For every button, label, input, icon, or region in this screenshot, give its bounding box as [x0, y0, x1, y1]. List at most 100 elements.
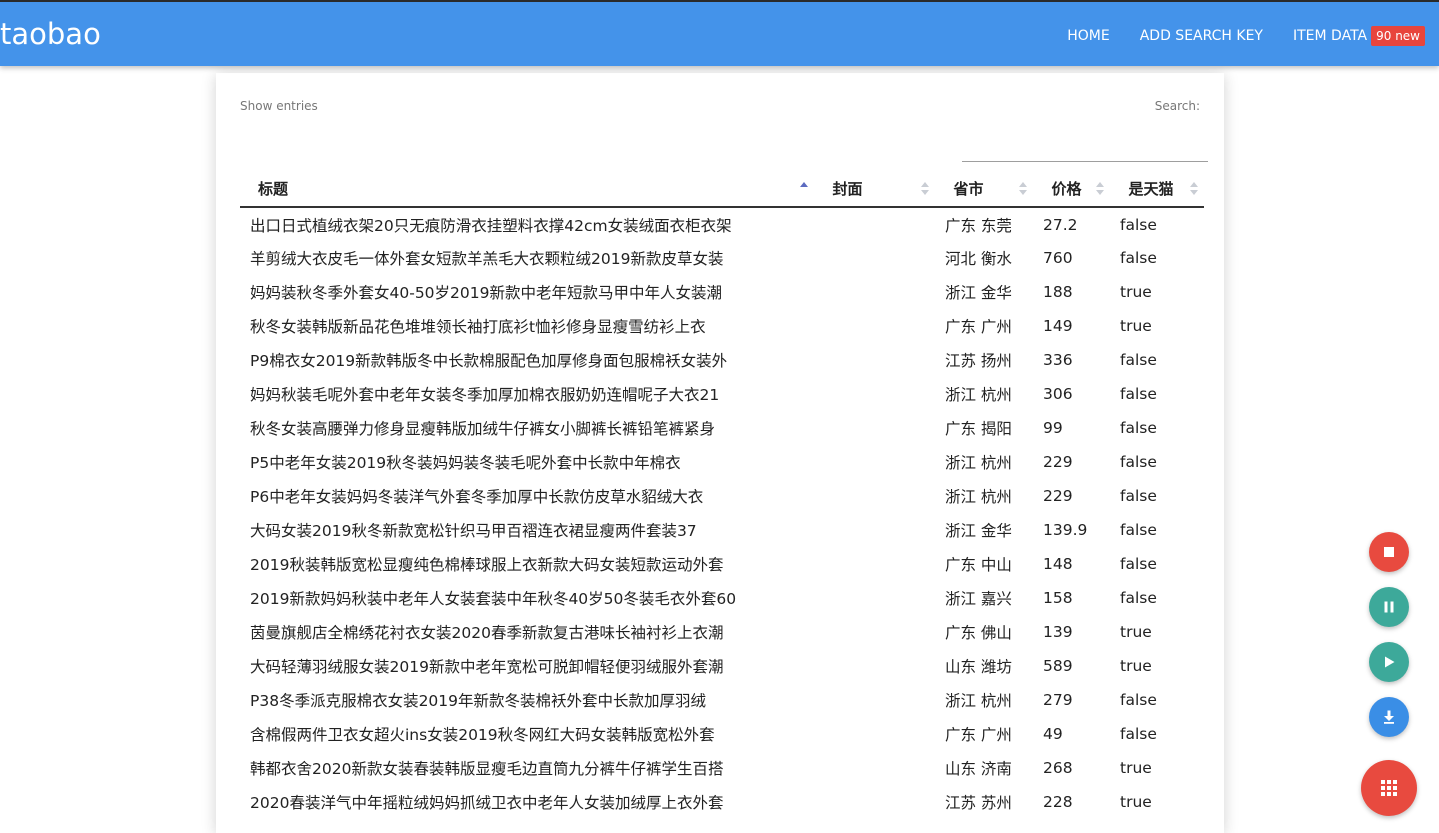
top-navbar: taobao HOME ADD SEARCH KEY ITEM DATA 90 n… — [0, 0, 1439, 66]
cell-tmall: false — [1120, 555, 1157, 573]
cell-price: 589 — [1043, 657, 1073, 675]
column-header-price[interactable]: 价格 — [1032, 171, 1110, 208]
cell-price: 188 — [1043, 283, 1073, 301]
cell-tmall: false — [1120, 419, 1157, 437]
cell-location: 浙江 嘉兴 — [945, 590, 1012, 608]
cell-cover — [814, 547, 935, 581]
pause-icon — [1384, 601, 1394, 613]
cell-location: 广东 广州 — [945, 318, 1012, 336]
cell-tmall: false — [1120, 691, 1157, 709]
cell-title: 含棉假两件卫衣女超火ins女装2019秋冬网红大码女装韩版宽松外套 — [250, 726, 715, 744]
stop-button[interactable] — [1369, 532, 1409, 572]
table-row[interactable]: 羊剪绒大衣皮毛一体外套女短款羊羔毛大衣颗粒绒2019新款皮草女装 河北 衡水 760… — [240, 241, 1204, 275]
table-row[interactable]: 韩都衣舍2020新款女装春装韩版显瘦毛边直筒九分裤牛仔裤学生百搭 山东 济南 268… — [240, 751, 1204, 785]
cell-location: 浙江 杭州 — [945, 454, 1012, 472]
table-row[interactable]: 出口日式植绒衣架20只无痕防滑衣挂塑料衣撑42cm女装绒面衣柜衣架 广东 东莞 27… — [240, 207, 1204, 241]
table-row[interactable]: 大码女装2019秋冬新款宽松针织马甲百褶连衣裙显瘦两件套装37 浙江 金华 139.… — [240, 513, 1204, 547]
pause-button[interactable] — [1369, 587, 1409, 627]
cell-location: 浙江 杭州 — [945, 386, 1012, 404]
table-row[interactable]: 妈妈装秋冬季外套女40-50岁2019新款中老年短款马甲中年人女装潮 浙江 金华 1… — [240, 275, 1204, 309]
cell-cover — [814, 377, 935, 411]
table-row[interactable]: P38冬季派克服棉衣女装2019年新款冬装棉袄外套中长款加厚羽绒 浙江 杭州 279… — [240, 683, 1204, 717]
cell-tmall: true — [1120, 317, 1152, 335]
brand-logo[interactable]: taobao — [0, 16, 101, 52]
cell-location: 广东 东莞 — [945, 216, 1012, 235]
table-search-input[interactable] — [962, 145, 1208, 162]
play-button[interactable] — [1369, 642, 1409, 682]
table-row[interactable]: 含棉假两件卫衣女超火ins女装2019秋冬网红大码女装韩版宽松外套 广东 广州 49… — [240, 717, 1204, 751]
cell-price: 306 — [1043, 385, 1073, 403]
column-header-tmall[interactable]: 是天猫 — [1109, 171, 1204, 208]
table-row[interactable]: 秋冬女装韩版新品花色堆堆领长袖打底衫t恤衫修身显瘦雪纺衫上衣 广东 广州 149 tr… — [240, 309, 1204, 343]
cell-title: P38冬季派克服棉衣女装2019年新款冬装棉袄外套中长款加厚羽绒 — [250, 692, 707, 710]
cell-title: 茵曼旗舰店全棉绣花衬衣女装2020春季新款复古港味长袖衬衫上衣潮 — [250, 624, 724, 642]
cell-price: 148 — [1043, 555, 1073, 573]
cell-location: 广东 广州 — [945, 726, 1012, 744]
cell-tmall: false — [1120, 215, 1157, 234]
cell-title: 出口日式植绒衣架20只无痕防滑衣挂塑料衣撑42cm女装绒面衣柜衣架 — [250, 216, 732, 235]
cell-title: 大码女装2019秋冬新款宽松针织马甲百褶连衣裙显瘦两件套装37 — [250, 522, 697, 540]
cell-price: 49 — [1043, 725, 1063, 743]
nav-home-link[interactable]: HOME — [1067, 24, 1109, 48]
table-row[interactable]: 2019新款妈妈秋装中老年人女装套装中年秋冬40岁50冬装毛衣外套60 浙江 嘉兴… — [240, 581, 1204, 615]
cell-tmall: false — [1120, 351, 1157, 369]
cell-tmall: false — [1120, 385, 1157, 403]
table-row[interactable]: 大码轻薄羽绒服女装2019新款中老年宽松可脱卸帽轻便羽绒服外套潮 山东 潍坊 589… — [240, 649, 1204, 683]
cell-tmall: true — [1120, 759, 1152, 777]
cell-location: 广东 佛山 — [945, 624, 1012, 642]
cell-cover — [814, 207, 935, 241]
show-entries-label: Show entries — [240, 99, 318, 113]
sort-icon — [1095, 182, 1104, 196]
cell-tmall: false — [1120, 453, 1157, 471]
cell-cover — [814, 513, 935, 547]
table-row[interactable]: 秋冬女装高腰弹力修身显瘦韩版加绒牛仔裤女小脚裤长裤铅笔裤紧身 广东 揭阳 99 fal… — [240, 411, 1204, 445]
items-table-card: Show entries Search: 标题 封面 省市 价格 是天猫 出口日… — [216, 73, 1224, 833]
cell-cover — [814, 615, 935, 649]
cell-location: 河北 衡水 — [945, 250, 1012, 268]
cell-title: 妈妈装秋冬季外套女40-50岁2019新款中老年短款马甲中年人女装潮 — [250, 284, 722, 302]
column-header-location[interactable]: 省市 — [934, 171, 1033, 208]
cell-price: 149 — [1043, 317, 1073, 335]
cell-title: 秋冬女装高腰弹力修身显瘦韩版加绒牛仔裤女小脚裤长裤铅笔裤紧身 — [250, 420, 716, 438]
cell-price: 336 — [1043, 351, 1073, 369]
column-header-label: 省市 — [953, 180, 984, 198]
table-row[interactable]: P6中老年女装妈妈冬装洋气外套冬季加厚中长款仿皮草水貂绒大衣 浙江 杭州 229 fa… — [240, 479, 1204, 513]
cell-title: 2019新款妈妈秋装中老年人女装套装中年秋冬40岁50冬装毛衣外套60 — [250, 590, 737, 608]
cell-price: 229 — [1043, 453, 1073, 471]
cell-tmall: false — [1120, 521, 1157, 539]
table-row[interactable]: 妈妈秋装毛呢外套中老年女装冬季加厚加棉衣服奶奶连帽呢子大衣21 浙江 杭州 306 f… — [240, 377, 1204, 411]
table-row[interactable]: 茵曼旗舰店全棉绣花衬衣女装2020春季新款复古港味长袖衬衫上衣潮 广东 佛山 139… — [240, 615, 1204, 649]
cell-title: P9棉衣女2019新款韩版冬中长款棉服配色加厚修身面包服棉袄女装外 — [250, 352, 728, 370]
nav-item-data-link[interactable]: ITEM DATA 90 new — [1293, 24, 1425, 48]
download-button[interactable] — [1369, 697, 1409, 737]
cell-tmall: false — [1120, 249, 1157, 267]
table-row[interactable]: 2019秋装韩版宽松显瘦纯色棉棒球服上衣新款大码女装短款运动外套 广东 中山 148… — [240, 547, 1204, 581]
cell-title: 大码轻薄羽绒服女装2019新款中老年宽松可脱卸帽轻便羽绒服外套潮 — [250, 658, 724, 676]
cell-location: 广东 揭阳 — [945, 420, 1012, 438]
table-header-row: 标题 封面 省市 价格 是天猫 — [240, 171, 1204, 208]
table-row[interactable]: 2020春装洋气中年摇粒绒妈妈抓绒卫衣中老年人女装加绒厚上衣外套 江苏 苏州 228… — [240, 785, 1204, 819]
table-row[interactable]: P9棉衣女2019新款韩版冬中长款棉服配色加厚修身面包服棉袄女装外 江苏 扬州 33… — [240, 343, 1204, 377]
table-body: 出口日式植绒衣架20只无痕防滑衣挂塑料衣撑42cm女装绒面衣柜衣架 广东 东莞 27… — [240, 207, 1204, 819]
cell-title: P6中老年女装妈妈冬装洋气外套冬季加厚中长款仿皮草水貂绒大衣 — [250, 488, 704, 506]
cell-cover — [814, 581, 935, 615]
cell-cover — [814, 445, 935, 479]
table-row[interactable]: P5中老年女装2019秋冬装妈妈装冬装毛呢外套中长款中年棉衣 浙江 杭州 229 fa… — [240, 445, 1204, 479]
cell-tmall: false — [1120, 725, 1157, 743]
column-header-title[interactable]: 标题 — [240, 171, 814, 208]
cell-price: 139 — [1043, 623, 1073, 641]
sort-icon — [1018, 182, 1027, 196]
cell-title: 韩都衣舍2020新款女装春装韩版显瘦毛边直筒九分裤牛仔裤学生百搭 — [250, 760, 724, 778]
cell-cover — [814, 649, 935, 683]
column-header-cover[interactable]: 封面 — [813, 171, 935, 208]
nav-item-data-label: ITEM DATA — [1292, 28, 1368, 44]
cell-tmall: false — [1120, 589, 1157, 607]
new-items-badge: 90 new — [1371, 26, 1425, 46]
cell-cover — [814, 683, 935, 717]
cell-cover — [814, 309, 935, 343]
cell-location: 山东 潍坊 — [945, 658, 1012, 676]
cell-location: 江苏 苏州 — [945, 794, 1012, 812]
nav-add-search-key-link[interactable]: ADD SEARCH KEY — [1140, 24, 1263, 48]
cell-tmall: true — [1120, 793, 1152, 811]
cell-title: 妈妈秋装毛呢外套中老年女装冬季加厚加棉衣服奶奶连帽呢子大衣21 — [250, 386, 720, 404]
